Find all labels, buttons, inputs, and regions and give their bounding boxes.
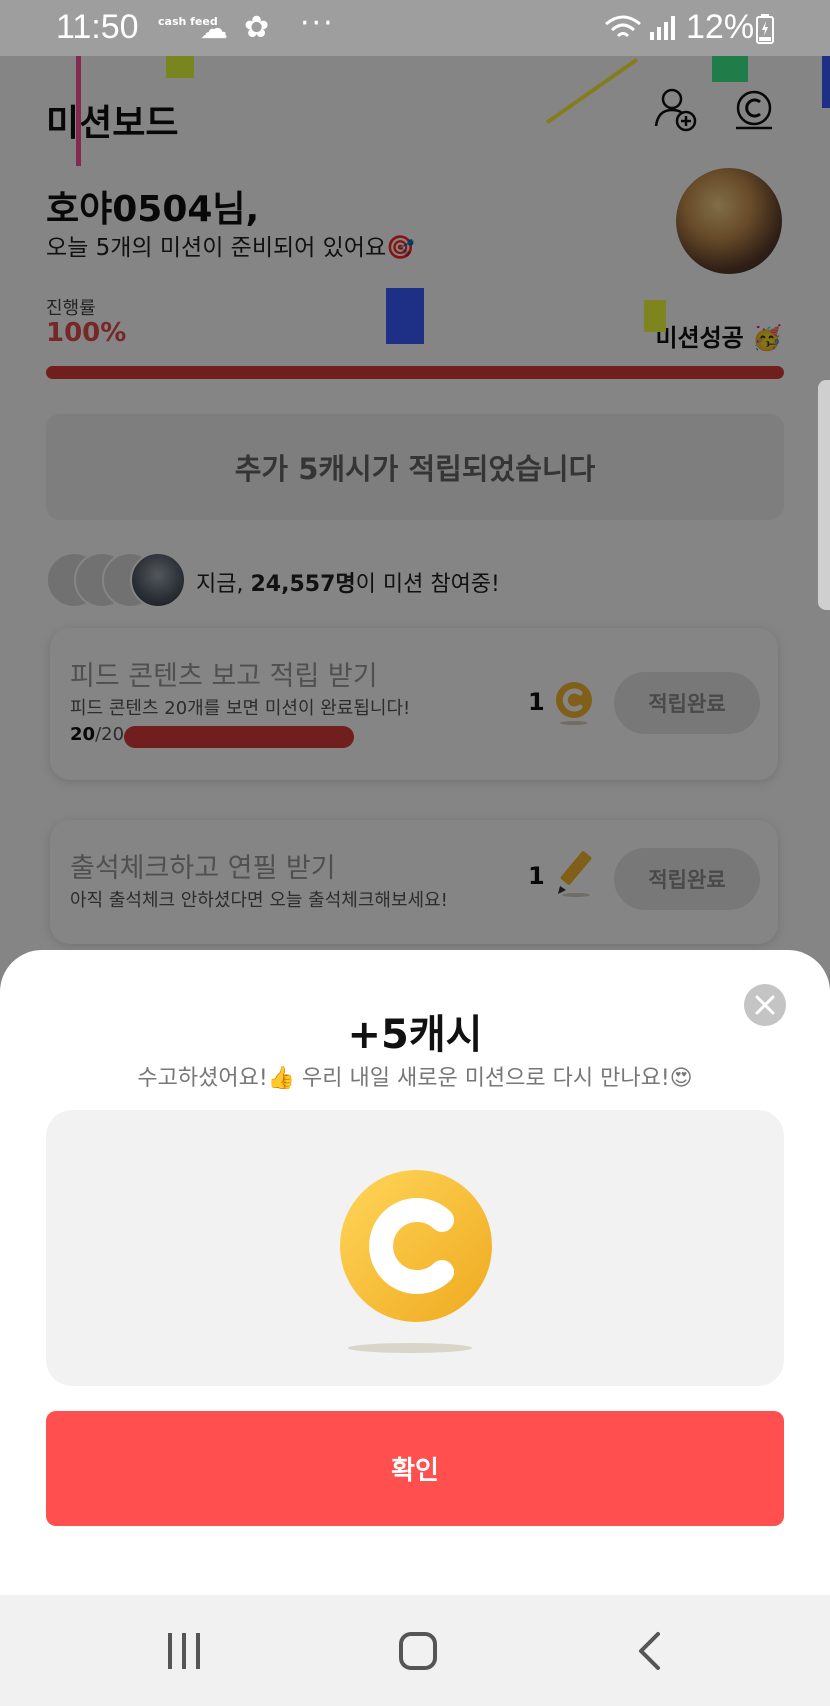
cash-coin-icon (340, 1170, 492, 1353)
reward-title: +5캐시 (347, 1012, 483, 1058)
status-time: 11:50 (56, 8, 139, 46)
system-nav-bar (0, 1595, 830, 1706)
app-notification-icon: ✿ (244, 10, 270, 45)
signal-icon (650, 16, 675, 40)
wifi-icon (605, 15, 641, 38)
cloud-icon: ☁ (200, 12, 228, 45)
scroll-handle[interactable] (818, 380, 830, 610)
reward-bottom-sheet: +5캐시 수고하셨어요!👍 우리 내일 새로운 미션으로 다시 만나요!😍 확인 (0, 950, 830, 1595)
recent-apps-icon[interactable] (166, 1631, 202, 1671)
home-icon[interactable] (398, 1631, 438, 1671)
back-icon[interactable] (636, 1631, 662, 1671)
reward-subtitle: 수고하셨어요!👍 우리 내일 새로운 미션으로 다시 만나요!😍 (137, 1066, 693, 1091)
confirm-button[interactable]: 확인 (46, 1411, 784, 1526)
battery-charging-icon (756, 14, 774, 44)
reward-coin-panel (46, 1110, 784, 1386)
battery-percent: 12% (686, 8, 755, 46)
more-notifications-icon: ··· (300, 6, 335, 41)
status-bar: 11:50 cash feed ☁ ✿ ··· 12% (0, 0, 830, 56)
